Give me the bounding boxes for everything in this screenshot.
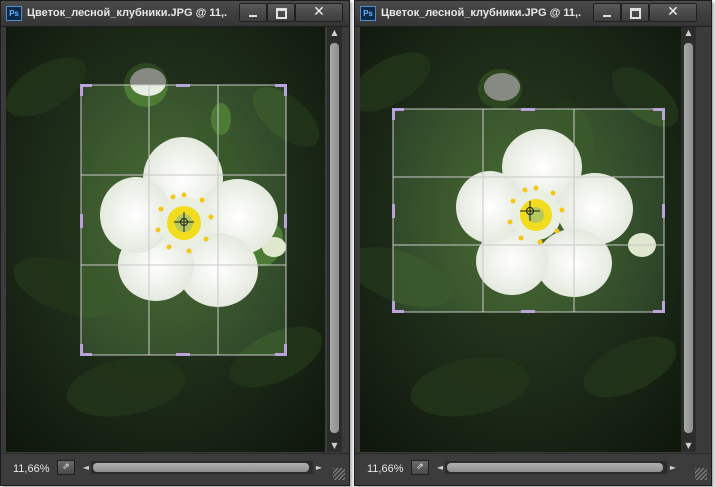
maximize-icon bbox=[622, 4, 648, 21]
resize-grip[interactable] bbox=[695, 468, 707, 480]
minimize-button[interactable] bbox=[239, 3, 267, 22]
status-bar: 11,66% ⇗ ◄ ► bbox=[355, 453, 711, 485]
title-bar[interactable]: Ps Цветок_лесной_клубники.JPG @ 11,... ✕ bbox=[1, 1, 349, 27]
minimize-icon bbox=[594, 4, 620, 21]
scroll-right-icon[interactable]: ► bbox=[668, 461, 678, 474]
title-bar[interactable]: Ps Цветок_лесной_клубники.JPG @ 11,... ✕ bbox=[355, 1, 711, 27]
horizontal-scroll-thumb[interactable] bbox=[447, 463, 663, 472]
scroll-up-icon[interactable]: ▲ bbox=[327, 27, 342, 39]
close-icon: ✕ bbox=[313, 4, 325, 20]
document-window-right[interactable]: Ps Цветок_лесной_клубники.JPG @ 11,... ✕ bbox=[354, 0, 712, 486]
vertical-scrollbar[interactable]: ▲ ▼ bbox=[681, 27, 696, 452]
close-button[interactable]: ✕ bbox=[649, 3, 697, 22]
scroll-left-icon[interactable]: ◄ bbox=[81, 461, 91, 474]
share-button[interactable]: ⇗ bbox=[411, 460, 429, 475]
horizontal-scrollbar[interactable] bbox=[91, 461, 313, 474]
maximize-button[interactable] bbox=[267, 3, 295, 22]
status-bar: 11,66% ⇗ ◄ ► bbox=[1, 453, 349, 485]
maximize-button[interactable] bbox=[621, 3, 649, 22]
scroll-down-icon[interactable]: ▼ bbox=[681, 440, 696, 452]
close-icon: ✕ bbox=[667, 4, 679, 20]
close-button[interactable]: ✕ bbox=[295, 3, 343, 22]
scroll-down-icon[interactable]: ▼ bbox=[327, 440, 342, 452]
crop-center-crosshair-icon[interactable] bbox=[520, 201, 540, 221]
vertical-scrollbar[interactable]: ▲ ▼ bbox=[327, 27, 342, 452]
scroll-left-icon[interactable]: ◄ bbox=[435, 461, 445, 474]
share-button[interactable]: ⇗ bbox=[57, 460, 75, 475]
photoshop-icon: Ps bbox=[6, 6, 22, 21]
zoom-level[interactable]: 11,66% bbox=[367, 463, 404, 475]
resize-grip[interactable] bbox=[333, 468, 345, 480]
minimize-button[interactable] bbox=[593, 3, 621, 22]
share-icon: ⇗ bbox=[416, 462, 424, 472]
crop-overlay[interactable] bbox=[360, 27, 681, 452]
horizontal-scroll-thumb[interactable] bbox=[93, 463, 309, 472]
crop-overlay[interactable] bbox=[6, 27, 325, 452]
horizontal-scrollbar[interactable] bbox=[445, 461, 667, 474]
scroll-right-icon[interactable]: ► bbox=[314, 461, 324, 474]
image-canvas[interactable] bbox=[360, 27, 681, 452]
document-title: Цветок_лесной_клубники.JPG @ 11,... bbox=[27, 7, 227, 19]
minimize-icon bbox=[240, 4, 266, 21]
vertical-scroll-thumb[interactable] bbox=[330, 43, 339, 433]
crop-center-crosshair-icon[interactable] bbox=[174, 212, 194, 232]
image-canvas[interactable] bbox=[6, 27, 325, 452]
photoshop-icon: Ps bbox=[360, 6, 376, 21]
zoom-level[interactable]: 11,66% bbox=[13, 463, 50, 475]
document-title: Цветок_лесной_клубники.JPG @ 11,... bbox=[381, 7, 581, 19]
share-icon: ⇗ bbox=[62, 462, 70, 472]
vertical-scroll-thumb[interactable] bbox=[684, 43, 693, 433]
maximize-icon bbox=[268, 4, 294, 21]
document-window-left[interactable]: Ps Цветок_лесной_клубники.JPG @ 11,... ✕ bbox=[0, 0, 350, 486]
scroll-up-icon[interactable]: ▲ bbox=[681, 27, 696, 39]
